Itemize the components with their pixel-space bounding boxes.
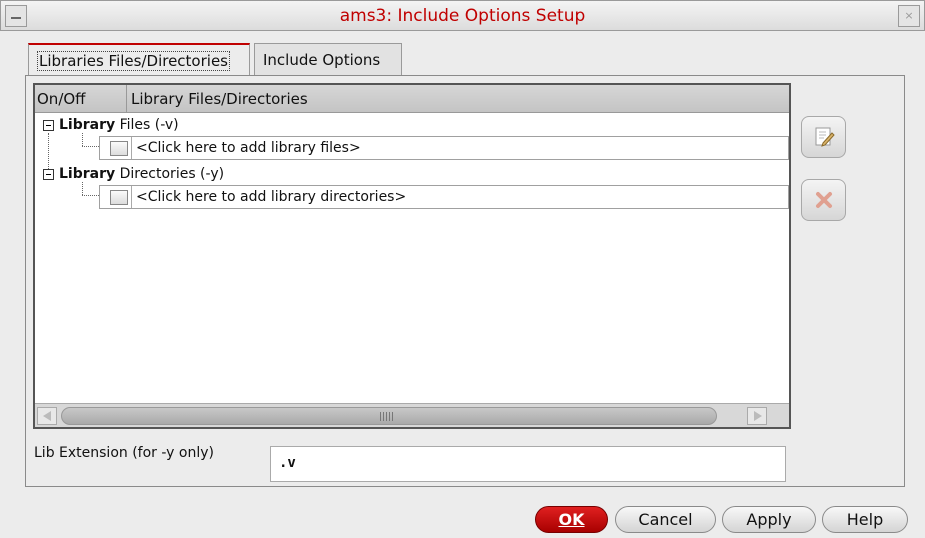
lib-extension-input[interactable]: .v [270,446,786,482]
column-header-on-off[interactable]: On/Off [35,85,127,113]
delete-entry-button[interactable] [801,179,846,221]
group-label: Library Files (-v) [59,117,179,133]
library-files-checkbox[interactable] [110,141,128,156]
help-button-label: Help [846,510,884,529]
close-icon: × [904,9,914,22]
delete-icon [816,192,832,208]
column-header-library[interactable]: Library Files/Directories [129,85,308,113]
tab-library-files[interactable]: Libraries Files/Directories [28,43,250,76]
group-label-bold: Library [59,166,116,182]
scroll-thumb[interactable] [61,407,717,425]
scroll-right-icon[interactable] [747,407,767,425]
ok-button[interactable]: OK [535,506,608,533]
tree-group-library-files[interactable]: Library Files (-v) [35,114,789,138]
edit-entry-button[interactable] [801,116,846,158]
help-button[interactable]: Help [822,506,908,533]
apply-button-label: Apply [746,510,792,529]
tree-group-library-directories[interactable]: Library Directories (-y) [35,163,789,187]
window-title: ams3: Include Options Setup [339,6,586,26]
lib-extension-label: Lib Extension (for -y only) [34,445,214,461]
tab-label: Libraries Files/Directories [37,51,230,71]
ok-button-label: OK [558,510,585,529]
add-library-files-row[interactable]: <Click here to add library files> [99,136,789,160]
horizontal-scrollbar[interactable] [35,403,789,427]
title-bar: ams3: Include Options Setup × [0,0,925,31]
group-label-bold: Library [59,117,116,133]
add-library-files-placeholder[interactable]: <Click here to add library files> [136,140,361,156]
add-library-directories-row[interactable]: <Click here to add library directories> [99,185,789,209]
group-label-rest: Directories (-y) [115,166,225,182]
group-label-rest: Files (-v) [115,117,179,133]
window-close-button[interactable]: × [898,5,920,27]
edit-icon [815,127,835,147]
collapse-icon[interactable] [43,169,54,180]
tab-label: Include Options [263,51,381,69]
library-tree-table[interactable]: On/Off Library Files/Directories Library… [33,83,791,429]
apply-button[interactable]: Apply [722,506,816,533]
scroll-left-icon[interactable] [37,407,57,425]
tree-header: On/Off Library Files/Directories [35,85,789,113]
cancel-button[interactable]: Cancel [615,506,716,533]
tab-include-options[interactable]: Include Options [254,43,402,76]
add-library-directories-placeholder[interactable]: <Click here to add library directories> [136,189,406,205]
collapse-icon[interactable] [43,120,54,131]
cancel-button-label: Cancel [638,510,693,529]
library-directories-checkbox[interactable] [110,190,128,205]
group-label: Library Directories (-y) [59,166,224,182]
